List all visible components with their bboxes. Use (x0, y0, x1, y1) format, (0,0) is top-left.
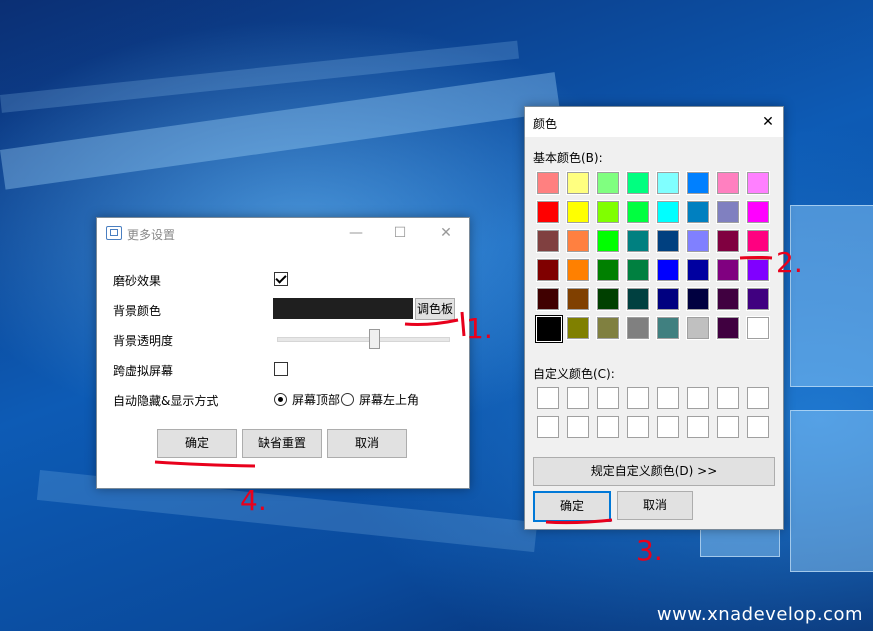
radio-screen-topleft-label[interactable]: 屏幕左上角 (359, 391, 419, 408)
color-swatch[interactable] (686, 200, 710, 224)
opacity-label: 背景透明度 (113, 334, 174, 348)
radio-screen-top[interactable] (274, 393, 287, 406)
bgcolor-preview (273, 298, 413, 319)
bgcolor-label: 背景颜色 (113, 304, 162, 318)
close-button[interactable]: ✕ (429, 218, 463, 248)
color-swatch[interactable] (746, 287, 770, 311)
color-swatch[interactable] (566, 287, 590, 311)
color-swatch[interactable] (656, 171, 680, 195)
custom-color-slot[interactable] (717, 387, 739, 409)
custom-color-slot[interactable] (597, 416, 619, 438)
color-dialog: 颜色 ✕ 基本颜色(B): 自定义颜色(C): 规定自定义颜色(D) >> 确定… (524, 106, 784, 530)
frosted-checkbox[interactable] (274, 272, 288, 286)
color-swatch[interactable] (746, 171, 770, 195)
close-button[interactable]: ✕ (751, 107, 785, 137)
custom-color-slot[interactable] (537, 416, 559, 438)
color-swatch[interactable] (626, 316, 650, 340)
color-swatch[interactable] (686, 287, 710, 311)
settings-window: 更多设置 — ☐ ✕ 磨砂效果 背景颜色 调色板 背景透明度 跨虚拟屏幕 自动隐… (96, 217, 470, 489)
color-dialog-title: 颜色 (533, 117, 558, 131)
color-swatch[interactable] (716, 229, 740, 253)
maximize-button[interactable]: ☐ (383, 218, 417, 248)
color-dialog-titlebar[interactable]: 颜色 ✕ (525, 107, 783, 137)
custom-color-slot[interactable] (747, 387, 769, 409)
autohide-label: 自动隐藏&显示方式 (113, 394, 219, 408)
palette-button[interactable]: 调色板 (415, 298, 455, 320)
custom-color-slot[interactable] (717, 416, 739, 438)
radio-screen-top-label[interactable]: 屏幕顶部 (292, 391, 340, 408)
color-swatch[interactable] (716, 258, 740, 282)
settings-ok-button[interactable]: 确定 (157, 429, 237, 458)
color-swatch[interactable] (566, 200, 590, 224)
color-swatch[interactable] (686, 229, 710, 253)
color-swatch[interactable] (746, 229, 770, 253)
watermark: www.xnadevelop.com (656, 604, 863, 625)
color-swatch[interactable] (566, 229, 590, 253)
color-swatch[interactable] (596, 287, 620, 311)
custom-color-slot[interactable] (567, 387, 589, 409)
define-custom-colors-button[interactable]: 规定自定义颜色(D) >> (533, 457, 775, 486)
custom-color-slot[interactable] (537, 387, 559, 409)
color-swatch[interactable] (536, 316, 562, 342)
custom-color-slot[interactable] (657, 416, 679, 438)
color-swatch[interactable] (596, 171, 620, 195)
color-swatch[interactable] (536, 258, 560, 282)
basic-colors-label: 基本颜色(B): (533, 151, 603, 165)
color-cancel-button[interactable]: 取消 (617, 491, 693, 520)
color-swatch[interactable] (656, 316, 680, 340)
color-swatch[interactable] (686, 316, 710, 340)
custom-color-slot[interactable] (597, 387, 619, 409)
color-swatch[interactable] (626, 258, 650, 282)
color-swatch[interactable] (626, 171, 650, 195)
custom-color-slot[interactable] (687, 416, 709, 438)
color-swatch[interactable] (536, 229, 560, 253)
custom-color-slot[interactable] (687, 387, 709, 409)
opacity-slider-thumb[interactable] (369, 329, 381, 349)
color-swatch[interactable] (596, 258, 620, 282)
color-swatch[interactable] (656, 229, 680, 253)
color-swatch[interactable] (656, 258, 680, 282)
opacity-slider[interactable] (277, 337, 450, 342)
color-swatch[interactable] (686, 171, 710, 195)
custom-colors-label: 自定义颜色(C): (533, 367, 615, 381)
settings-titlebar[interactable]: 更多设置 — ☐ ✕ (97, 218, 469, 248)
color-swatch[interactable] (536, 287, 560, 311)
color-swatch[interactable] (626, 200, 650, 224)
color-swatch[interactable] (746, 316, 770, 340)
custom-color-slot[interactable] (627, 416, 649, 438)
color-swatch[interactable] (596, 229, 620, 253)
minimize-button[interactable]: — (339, 218, 373, 248)
color-swatch[interactable] (536, 171, 560, 195)
radio-screen-topleft[interactable] (341, 393, 354, 406)
color-swatch[interactable] (686, 258, 710, 282)
color-swatch[interactable] (596, 200, 620, 224)
color-swatch[interactable] (716, 287, 740, 311)
color-swatch[interactable] (716, 171, 740, 195)
color-swatch[interactable] (626, 287, 650, 311)
color-swatch[interactable] (656, 200, 680, 224)
color-swatch[interactable] (536, 200, 560, 224)
span-screens-checkbox[interactable] (274, 362, 288, 376)
color-swatch[interactable] (746, 200, 770, 224)
color-swatch[interactable] (656, 287, 680, 311)
custom-color-slot[interactable] (657, 387, 679, 409)
color-swatch[interactable] (566, 171, 590, 195)
span-screens-label: 跨虚拟屏幕 (113, 364, 174, 378)
color-swatch[interactable] (626, 229, 650, 253)
color-ok-button[interactable]: 确定 (533, 491, 611, 522)
color-swatch[interactable] (716, 316, 740, 340)
custom-color-slot[interactable] (567, 416, 589, 438)
custom-color-slot[interactable] (747, 416, 769, 438)
color-swatch[interactable] (596, 316, 620, 340)
monitor-icon (106, 226, 122, 240)
color-swatch[interactable] (746, 258, 770, 282)
custom-color-slot[interactable] (627, 387, 649, 409)
settings-cancel-button[interactable]: 取消 (327, 429, 407, 458)
reset-defaults-button[interactable]: 缺省重置 (242, 429, 322, 458)
color-swatch[interactable] (716, 200, 740, 224)
frosted-label: 磨砂效果 (113, 274, 162, 288)
settings-title: 更多设置 (127, 228, 176, 242)
color-swatch[interactable] (566, 258, 590, 282)
color-swatch[interactable] (566, 316, 590, 340)
